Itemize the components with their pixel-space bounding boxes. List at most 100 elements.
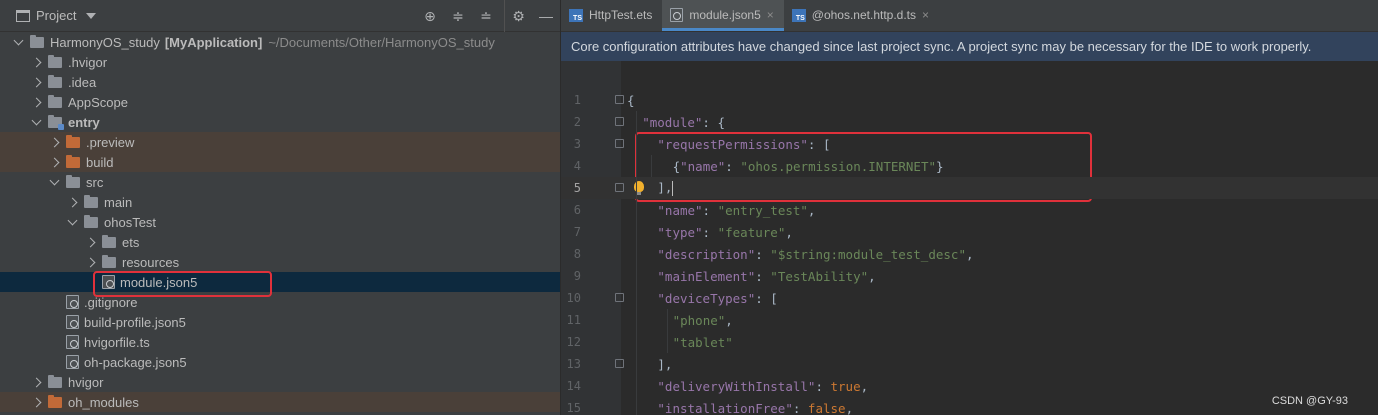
code-line[interactable]: 6 "name": "entry_test", (561, 199, 1378, 221)
code-line[interactable]: 13], (561, 353, 1378, 375)
chevron-down-icon[interactable] (12, 36, 24, 48)
tree-item[interactable]: oh_modules (0, 392, 560, 412)
highlight-box-module-file (93, 271, 272, 297)
chevron-right-icon[interactable] (48, 156, 60, 168)
module-folder-icon (48, 114, 64, 130)
code-line[interactable]: 9 "mainElement": "TestAbility", (561, 265, 1378, 287)
chevron-right-icon[interactable] (48, 136, 60, 148)
code-text: ], (657, 180, 674, 196)
editor-tab[interactable]: TS @ohos.net.http.d.ts × (784, 0, 939, 31)
tree-item[interactable]: .hvigor (0, 52, 560, 72)
tree-item[interactable]: entry (0, 112, 560, 132)
tree-item[interactable]: ets (0, 232, 560, 252)
chevron-right-icon[interactable] (66, 196, 78, 208)
line-number: 2 (573, 115, 581, 129)
tree-item[interactable]: .idea (0, 72, 560, 92)
config-file-icon (66, 295, 79, 309)
fold-marker-icon[interactable] (615, 359, 624, 368)
tree-item[interactable]: .gitignore (0, 292, 560, 312)
folder-icon (102, 254, 116, 268)
code-text: ], (657, 356, 673, 372)
chevron-right-icon[interactable] (30, 376, 42, 388)
tree-item[interactable]: resources (0, 252, 560, 272)
tree-item[interactable]: main (0, 192, 560, 212)
tree-item-label: build (86, 154, 114, 170)
code-line[interactable]: 10 "deviceTypes": [ (561, 287, 1378, 309)
project-window-icon (16, 9, 30, 22)
tree-item[interactable]: oh-package.json5 (0, 352, 560, 372)
chevron-down-icon[interactable] (48, 176, 60, 188)
code-line[interactable]: 5], (561, 177, 1378, 199)
line-number: 8 (573, 247, 581, 261)
fold-marker-icon[interactable] (615, 293, 624, 302)
tree-item[interactable]: hvigor (0, 372, 560, 392)
code-text: {"name": "ohos.permission.INTERNET"} (672, 158, 944, 174)
close-icon[interactable]: × (922, 8, 929, 22)
chevron-right-icon[interactable] (30, 396, 42, 408)
chevron-right-icon[interactable] (30, 96, 42, 108)
line-number: 14 (566, 379, 581, 393)
ts-file-icon: TS (791, 8, 806, 22)
collapse-all-icon[interactable]: ≐ (472, 0, 500, 32)
line-number: 3 (573, 137, 581, 151)
code-line[interactable]: 8 "description": "$string:module_test_des… (561, 243, 1378, 265)
code-text: "deliveryWithInstall": true, (657, 378, 869, 394)
code-line[interactable]: 15 "installationFree": false, (561, 397, 1378, 415)
tree-item[interactable]: hvigorfile.ts (0, 332, 560, 352)
line-number: 12 (566, 335, 581, 349)
code-line[interactable]: 2 "module": { (561, 111, 1378, 133)
code-line[interactable]: 11 "phone", (561, 309, 1378, 331)
folder-icon (102, 234, 116, 248)
line-number: 5 (573, 181, 581, 195)
code-line[interactable]: 7 "type": "feature", (561, 221, 1378, 243)
chevron-down-icon[interactable] (86, 12, 97, 19)
chevron-right-icon[interactable] (30, 76, 42, 88)
fold-marker-icon[interactable] (615, 117, 624, 126)
chevron-down-icon[interactable] (30, 116, 42, 128)
tree-item-label: .preview (86, 134, 135, 150)
line-number: 6 (573, 203, 581, 217)
expand-all-icon[interactable]: ≑ (444, 0, 472, 32)
close-icon[interactable]: × (767, 8, 774, 22)
code-line[interactable]: 3 "requestPermissions": [ (561, 133, 1378, 155)
tree-item[interactable]: ohosTest (0, 212, 560, 232)
chevron-right-icon[interactable] (30, 56, 42, 68)
excluded-folder-icon (66, 154, 80, 168)
tree-item[interactable]: build-profile.json5 (0, 312, 560, 332)
indent-guide (666, 309, 668, 353)
code-text: "installationFree": false, (657, 400, 854, 415)
editor-tab[interactable]: TS HttpTest.ets (561, 0, 662, 31)
tree-item[interactable]: build (0, 152, 560, 172)
minimize-icon[interactable]: — (532, 0, 560, 32)
editor-panel: TS HttpTest.ets module.json5 × TS @ohos.net.h… (561, 0, 1378, 415)
project-toolbar: ⊕ ≑ ≐ ⚙ — (416, 0, 560, 32)
code-line[interactable]: 4 {"name": "ohos.permission.INTERNET"} (561, 155, 1378, 177)
tree-item[interactable]: .preview (0, 132, 560, 152)
fold-marker-icon[interactable] (615, 183, 624, 192)
gear-icon[interactable]: ⚙ (504, 0, 532, 32)
tree-item[interactable]: src (0, 172, 560, 192)
chevron-down-icon[interactable] (66, 216, 78, 228)
sync-notification-banner: Core configuration attributes have chang… (561, 32, 1378, 61)
tree-item[interactable]: HarmonyOS_study [MyApplication] ~/Document… (0, 32, 560, 52)
chevron-right-icon[interactable] (84, 236, 96, 248)
project-panel: Project ⊕ ≑ ≐ ⚙ — HarmonyOS_study [MyAppl… (0, 0, 560, 415)
fold-marker-icon[interactable] (615, 139, 624, 148)
line-number: 4 (573, 159, 581, 173)
folder-icon (48, 54, 62, 68)
folder-icon (84, 194, 98, 208)
config-file-icon (670, 8, 684, 22)
editor-tab-label: @ohos.net.http.d.ts (811, 8, 917, 22)
fold-marker-icon[interactable] (615, 95, 624, 104)
code-line[interactable]: 14 "deliveryWithInstall": true, (561, 375, 1378, 397)
code-line[interactable]: 1{ (561, 89, 1378, 111)
editor-tab[interactable]: module.json5 × (662, 0, 785, 31)
tree-item[interactable]: module.json5 (0, 272, 560, 292)
chevron-right-icon[interactable] (84, 256, 96, 268)
crosshair-icon[interactable]: ⊕ (416, 0, 444, 32)
project-view-selector[interactable]: Project (36, 8, 76, 23)
tree-item[interactable]: AppScope (0, 92, 560, 112)
code-line[interactable]: 12 "tablet" (561, 331, 1378, 353)
code-editor[interactable]: 1{2 "module": {3 "requestPermissions": [ 4 {… (561, 61, 1378, 415)
code-text: "description": "$string:module_test_desc… (657, 246, 974, 262)
